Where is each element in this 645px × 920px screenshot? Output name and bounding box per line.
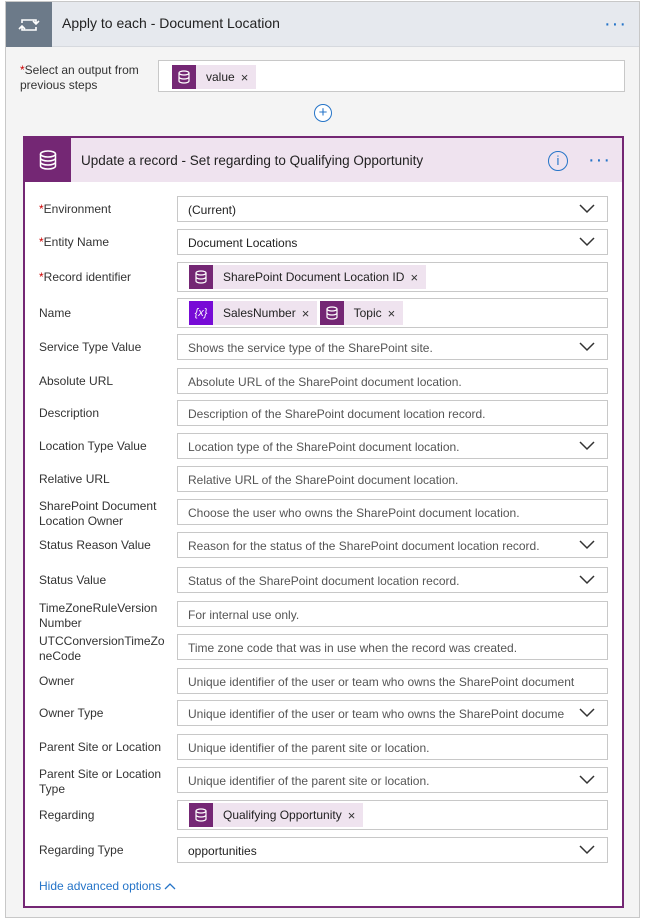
info-icon[interactable]: i — [548, 151, 568, 171]
field-placeholder: Unique identifier of the user or team wh… — [188, 707, 565, 721]
field-label: *Entity Name — [39, 235, 110, 249]
remove-token-icon[interactable]: × — [302, 306, 310, 321]
database-icon — [25, 138, 71, 182]
update-record-card: Update a record - Set regarding to Quali… — [23, 136, 624, 908]
action-title: Update a record - Set regarding to Quali… — [81, 153, 424, 168]
field-label: Service Type Value — [39, 340, 142, 354]
field-input[interactable]: Time zone code that was in use when the … — [177, 634, 608, 660]
chevron-down-icon[interactable] — [579, 845, 595, 855]
field-label: *Record identifier — [39, 270, 132, 284]
field-label: *Environment — [39, 202, 112, 216]
field-label: Name — [39, 306, 72, 320]
variable-icon: {x} — [189, 301, 213, 325]
field-input[interactable]: Absolute URL of the SharePoint document … — [177, 368, 608, 394]
database-icon — [189, 803, 213, 827]
field-label: UTCConversionTimeZo neCode — [39, 634, 165, 663]
chevron-up-icon — [164, 883, 176, 890]
field-dropdown[interactable]: Shows the service type of the SharePoint… — [177, 334, 608, 360]
field-input[interactable]: Unique identifier of the user or team wh… — [177, 668, 608, 694]
field-input[interactable]: For internal use only. — [177, 601, 608, 627]
field-label: Owner Type — [39, 706, 104, 720]
loop-icon — [6, 2, 52, 47]
remove-token-icon[interactable]: × — [348, 808, 356, 823]
loop-title: Apply to each - Document Location — [62, 15, 280, 31]
field-placeholder: Unique identifier of the parent site or … — [188, 741, 430, 755]
field-placeholder: Unique identifier of the user or team wh… — [188, 675, 575, 689]
field-dropdown[interactable]: Location type of the SharePoint document… — [177, 433, 608, 459]
database-icon — [319, 301, 344, 325]
field-dropdown[interactable]: Unique identifier of the parent site or … — [177, 767, 608, 793]
field-placeholder: Description of the SharePoint document l… — [188, 407, 486, 421]
field-dropdown[interactable]: Unique identifier of the user or team wh… — [177, 700, 608, 726]
field-placeholder: For internal use only. — [188, 608, 300, 622]
apply-to-each-container: Apply to each - Document Location ··· *S… — [5, 1, 640, 918]
field-dropdown[interactable]: Status of the SharePoint document locati… — [177, 567, 608, 593]
field-label: SharePoint Document Location Owner — [39, 499, 157, 528]
add-step-button[interactable]: + — [314, 104, 332, 122]
field-placeholder: Shows the service type of the SharePoint… — [188, 341, 433, 355]
token-value[interactable]: value × — [172, 65, 257, 89]
field-dropdown[interactable]: (Current) — [177, 196, 608, 222]
chevron-down-icon[interactable] — [579, 540, 595, 550]
field-label: Status Value — [39, 573, 107, 587]
hide-advanced-options-link[interactable]: Hide advanced options — [39, 879, 176, 893]
field-label: Owner — [39, 674, 75, 688]
token[interactable]: Qualifying Opportunity × — [189, 803, 364, 827]
field-dropdown[interactable]: Document Locations — [177, 229, 608, 255]
action-more-options-icon[interactable]: ··· — [588, 150, 611, 170]
loop-more-options-icon[interactable]: ··· — [604, 14, 627, 34]
field-label: Absolute URL — [39, 374, 114, 388]
field-value: Document Locations — [188, 236, 298, 250]
field-dropdown[interactable]: opportunities — [177, 837, 608, 863]
database-icon — [172, 65, 196, 89]
chevron-down-icon[interactable] — [579, 342, 595, 352]
field-placeholder: Time zone code that was in use when the … — [188, 641, 518, 655]
field-label: Regarding — [39, 808, 95, 822]
field-input[interactable]: SharePoint Document Location ID × — [177, 262, 608, 292]
field-label: Location Type Value — [39, 439, 147, 453]
chevron-down-icon[interactable] — [579, 775, 595, 785]
field-input[interactable]: Qualifying Opportunity × — [177, 800, 608, 830]
field-placeholder: Choose the user who owns the SharePoint … — [188, 506, 520, 520]
token[interactable]: Topic × — [319, 301, 404, 325]
select-output-field[interactable]: value × — [158, 60, 625, 92]
loop-header[interactable]: Apply to each - Document Location ··· — [6, 2, 639, 47]
field-value: opportunities — [188, 844, 257, 858]
field-placeholder: Status of the SharePoint document locati… — [188, 574, 460, 588]
chevron-down-icon[interactable] — [579, 237, 595, 247]
token[interactable]: SharePoint Document Location ID × — [189, 265, 427, 289]
field-label: Relative URL — [39, 472, 110, 486]
field-placeholder: Location type of the SharePoint document… — [188, 440, 460, 454]
field-input[interactable]: Unique identifier of the parent site or … — [177, 734, 608, 760]
field-placeholder: Unique identifier of the parent site or … — [188, 774, 430, 788]
chevron-down-icon[interactable] — [579, 441, 595, 451]
field-dropdown[interactable]: Reason for the status of the SharePoint … — [177, 532, 608, 558]
field-input[interactable]: {x} SalesNumber × Topic × — [177, 298, 608, 328]
select-output-label: *Select an output from previous steps — [20, 63, 139, 92]
database-icon — [189, 265, 213, 289]
token[interactable]: {x} SalesNumber × — [189, 301, 318, 325]
field-label: TimeZoneRuleVersion Number — [39, 601, 158, 630]
remove-token-icon[interactable]: × — [410, 270, 418, 285]
field-label: Regarding Type — [39, 843, 124, 857]
field-label: Parent Site or Location — [39, 740, 162, 754]
remove-token-icon[interactable]: × — [241, 70, 249, 85]
field-input[interactable]: Description of the SharePoint document l… — [177, 400, 608, 426]
field-input[interactable]: Choose the user who owns the SharePoint … — [177, 499, 608, 525]
field-label: Parent Site or Location Type — [39, 767, 162, 796]
field-label: Status Reason Value — [39, 538, 151, 552]
chevron-down-icon[interactable] — [579, 204, 595, 214]
field-value: (Current) — [188, 203, 237, 217]
field-placeholder: Relative URL of the SharePoint document … — [188, 473, 459, 487]
chevron-down-icon[interactable] — [579, 708, 595, 718]
field-input[interactable]: Relative URL of the SharePoint document … — [177, 466, 608, 492]
field-label: Description — [39, 406, 100, 420]
field-placeholder: Reason for the status of the SharePoint … — [188, 539, 540, 553]
chevron-down-icon[interactable] — [579, 575, 595, 585]
field-placeholder: Absolute URL of the SharePoint document … — [188, 375, 462, 389]
action-header[interactable]: Update a record - Set regarding to Quali… — [25, 138, 622, 182]
remove-token-icon[interactable]: × — [388, 306, 396, 321]
